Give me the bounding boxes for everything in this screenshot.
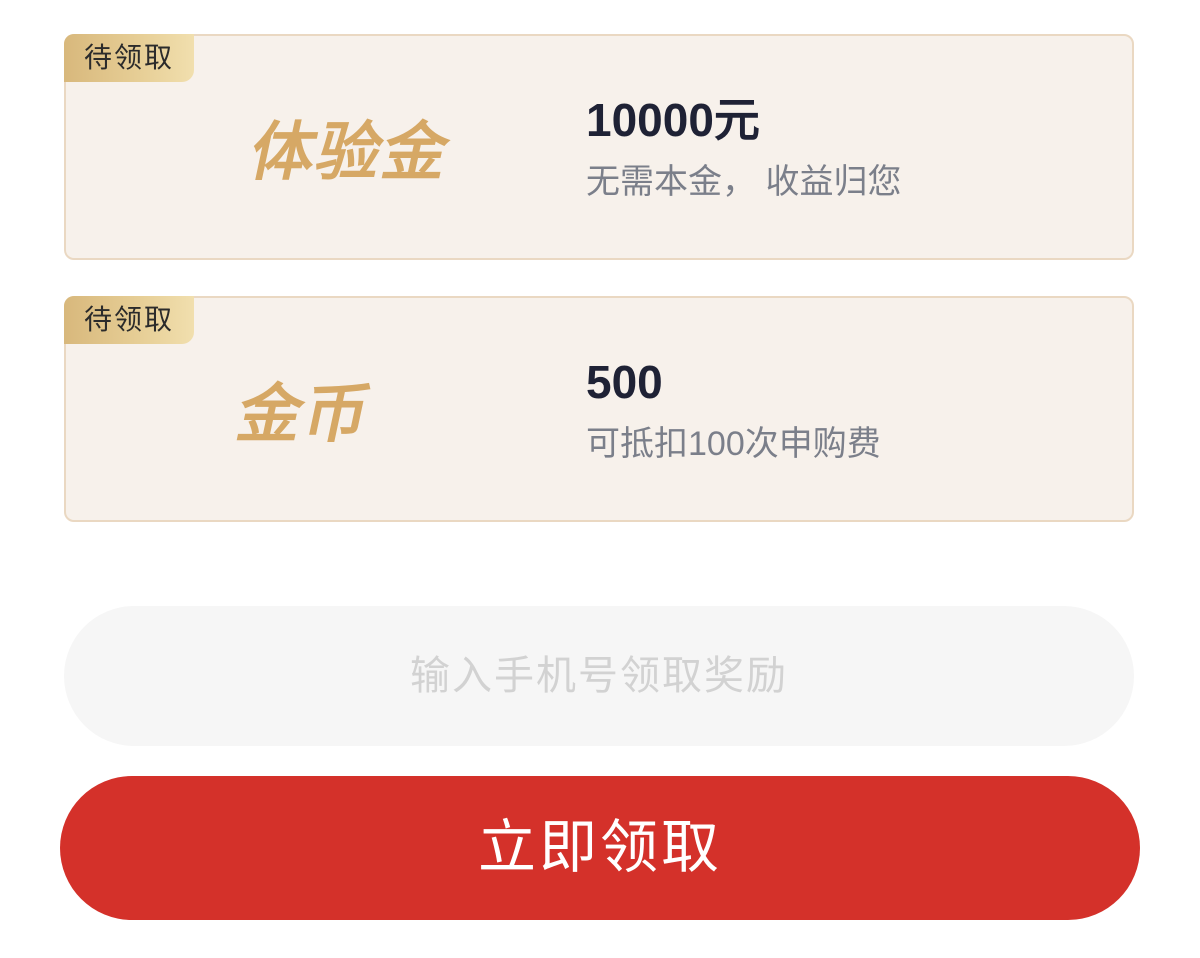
reward-amount: 500	[586, 356, 663, 408]
pending-claim-badge: 待领取	[64, 34, 194, 82]
reward-card-gold-coins: 待领取 金币 500 可抵扣100次申购费	[64, 296, 1134, 522]
reward-title: 金币	[231, 378, 379, 450]
reward-card-experience-fund: 待领取 体验金 10000元 无需本金， 收益归您	[64, 34, 1134, 260]
reward-description: 可抵扣100次申购费	[586, 425, 881, 463]
pending-claim-badge: 待领取	[64, 296, 194, 344]
claim-now-button[interactable]: 立即领取	[60, 776, 1140, 920]
reward-amount: 10000元	[586, 94, 760, 146]
reward-page: 待领取 体验金 10000元 无需本金， 收益归您 待领取 金币 500 可抵扣…	[0, 0, 1200, 958]
reward-description: 无需本金， 收益归您	[586, 163, 902, 201]
reward-title: 体验金	[244, 116, 458, 188]
phone-number-input[interactable]	[64, 606, 1134, 746]
